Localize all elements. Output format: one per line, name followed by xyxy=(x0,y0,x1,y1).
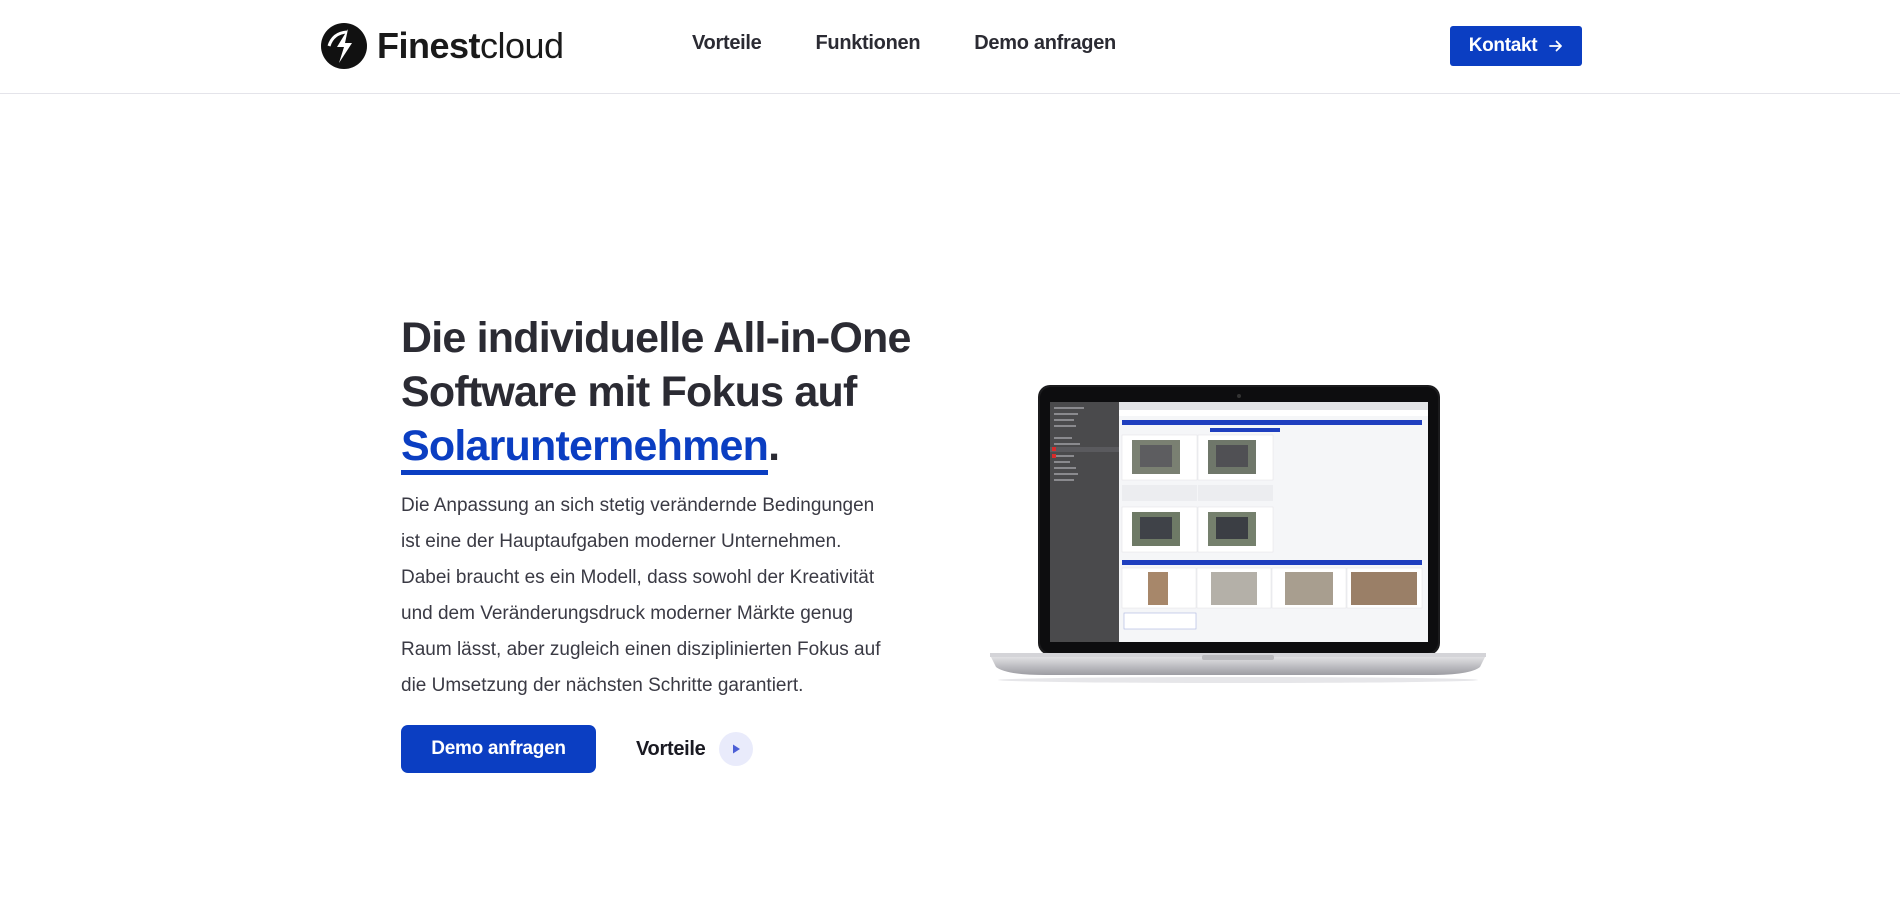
finestcloud-logo-icon xyxy=(321,23,367,69)
brand-logo[interactable]: Finestcloud xyxy=(321,22,564,70)
brand-name-bold: Finest xyxy=(377,25,481,66)
hero-headline-accent: Solarunternehmen xyxy=(401,422,769,475)
vorteile-link[interactable]: Vorteile xyxy=(636,732,754,766)
hero-description-line: Die Anpassung an sich stetig verändernde… xyxy=(401,495,875,516)
hero-description: Die Anpassung an sich stetig verändernde… xyxy=(401,488,921,704)
hero-headline-period: . xyxy=(768,422,780,470)
hero-description-line: die Umsetzung der nächsten Schritte gara… xyxy=(401,675,804,696)
hero-headline: Die individuelle All-in-One Software mit… xyxy=(401,311,961,475)
hero-description-line: Raum lässt, aber zugleich einen diszipli… xyxy=(401,639,881,660)
brand-name: Finestcloud xyxy=(377,28,564,64)
nav-item-demo-anfragen[interactable]: Demo anfragen xyxy=(974,32,1116,55)
play-icon xyxy=(733,744,741,754)
contact-button[interactable]: Kontakt xyxy=(1450,26,1582,66)
main-nav: Vorteile Funktionen Demo anfragen xyxy=(692,32,1116,55)
site-header: Finestcloud Vorteile Funktionen Demo anf… xyxy=(0,0,1900,94)
play-button[interactable] xyxy=(719,732,754,766)
nav-item-funktionen[interactable]: Funktionen xyxy=(815,32,920,55)
demo-request-button[interactable]: Demo anfragen xyxy=(401,725,596,773)
hero-headline-line1: Die individuelle All-in-One xyxy=(401,314,911,362)
hero-description-line: ist eine der Hauptaufgaben moderner Unte… xyxy=(401,531,842,552)
laptop-screenshot-image xyxy=(990,385,1486,683)
hero-description-line: Dabei braucht es ein Modell, dass sowohl… xyxy=(401,567,875,588)
hero-description-line: und dem Veränderungsdruck moderner Märkt… xyxy=(401,603,854,624)
brand-name-light: cloud xyxy=(480,25,564,66)
vorteile-link-label: Vorteile xyxy=(636,737,706,760)
hero-headline-line2: Software mit Fokus auf xyxy=(401,368,857,416)
arrow-right-icon xyxy=(1549,40,1563,52)
nav-item-vorteile[interactable]: Vorteile xyxy=(692,32,762,55)
contact-button-label: Kontakt xyxy=(1468,35,1538,56)
